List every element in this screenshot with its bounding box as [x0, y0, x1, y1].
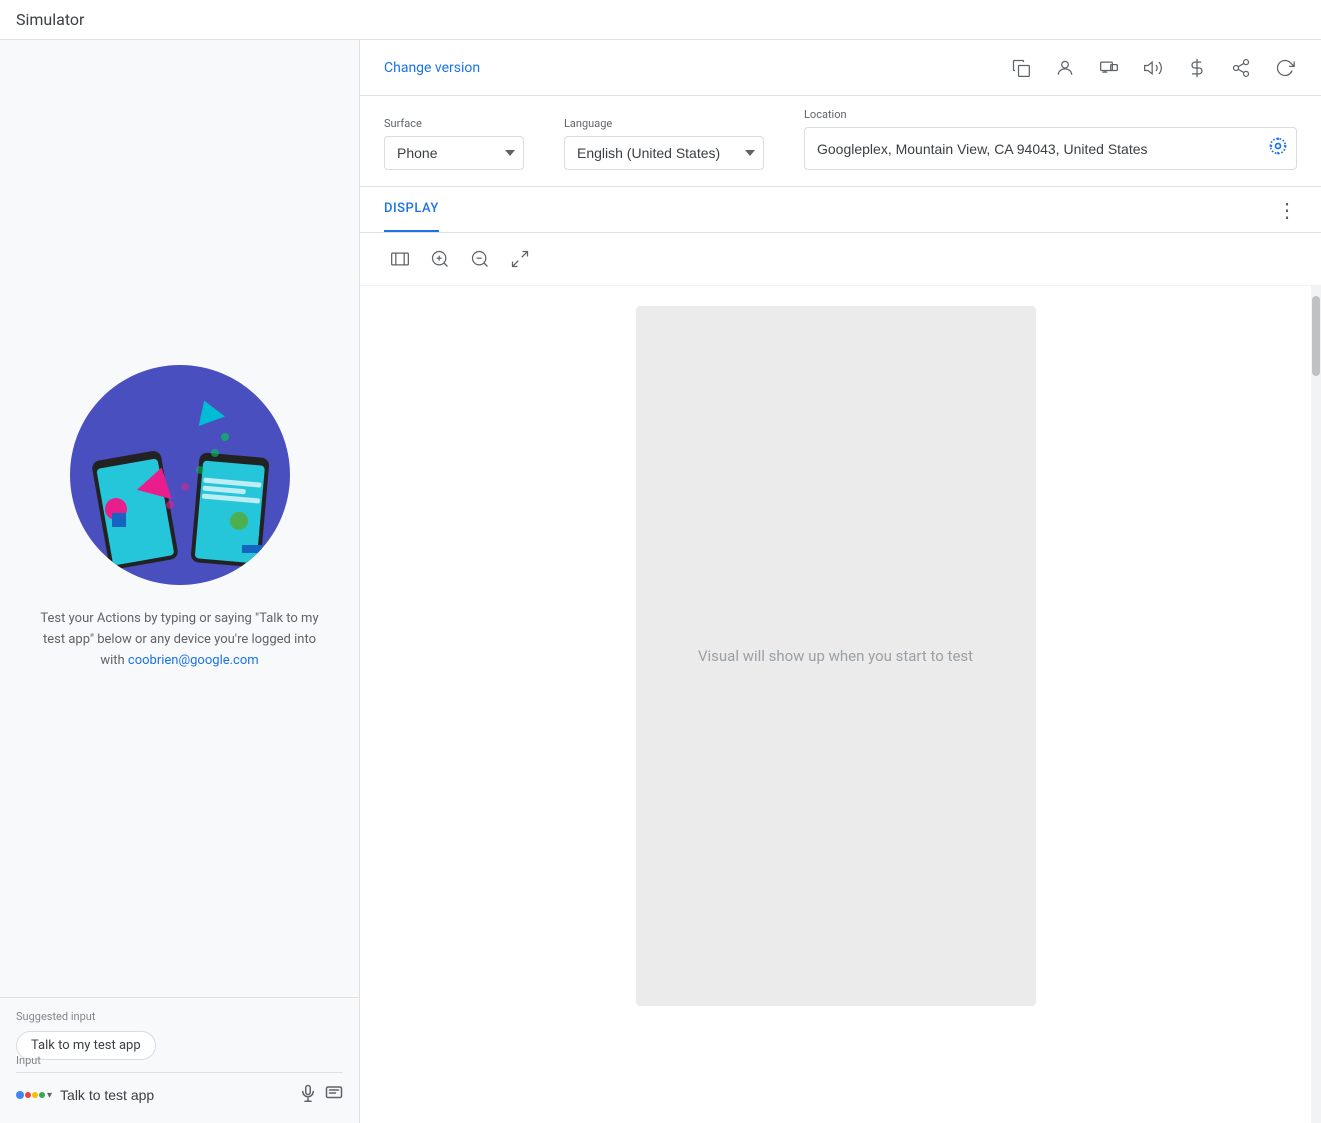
- top-toolbar: Change version: [360, 40, 1321, 96]
- location-field: Location: [804, 108, 1297, 170]
- title-bar: Simulator: [0, 0, 1321, 40]
- dollar-icon[interactable]: [1185, 56, 1209, 80]
- display-area: DISPLAY ⋮: [360, 187, 1321, 1123]
- illustration-circle: [70, 365, 290, 585]
- right-panel: Change version: [360, 40, 1321, 1123]
- location-input-wrap: [804, 127, 1297, 170]
- display-toolbar: [360, 233, 1321, 286]
- mic-icon[interactable]: [299, 1084, 317, 1107]
- surface-label: Surface: [384, 117, 524, 130]
- dropdown-arrow-icon[interactable]: ▾: [47, 1090, 52, 1101]
- refresh-icon[interactable]: [1273, 56, 1297, 80]
- toolbar-icons: [1009, 56, 1297, 80]
- suggested-input-label: Suggested input: [16, 1010, 343, 1023]
- page-title: Simulator: [16, 10, 84, 29]
- surface-select[interactable]: Phone Smart Speaker Smart Display: [384, 136, 524, 170]
- copy-icon[interactable]: [1009, 56, 1033, 80]
- left-panel-bottom: Suggested input Talk to my test app Inpu…: [0, 997, 359, 1123]
- phone-preview-frame: Visual will show up when you start to te…: [636, 306, 1036, 1006]
- zoom-out-icon[interactable]: [464, 243, 496, 275]
- preview-placeholder-text: Visual will show up when you start to te…: [698, 647, 973, 665]
- left-panel: Test your Actions by typing or saying "T…: [0, 40, 360, 1123]
- chat-icon[interactable]: [325, 1084, 343, 1107]
- input-container: Input ▾: [16, 1072, 343, 1107]
- language-select[interactable]: English (United States) English (UK) Spa…: [564, 136, 764, 170]
- dots-decoration: [160, 415, 240, 515]
- settings-row: Surface Phone Smart Speaker Smart Displa…: [384, 108, 1297, 170]
- input-label: Input: [16, 1054, 41, 1067]
- settings-bar: Surface Phone Smart Speaker Smart Displa…: [360, 96, 1321, 187]
- tab-display[interactable]: DISPLAY: [384, 187, 439, 232]
- language-field: Language English (United States) English…: [564, 117, 764, 170]
- share-icon[interactable]: [1229, 56, 1253, 80]
- fit-screen-icon[interactable]: [384, 243, 416, 275]
- zoom-in-icon[interactable]: [424, 243, 456, 275]
- input-row: ▾: [16, 1072, 343, 1107]
- devices-icon[interactable]: [1097, 56, 1121, 80]
- volume-icon[interactable]: [1141, 56, 1165, 80]
- account-icon[interactable]: [1053, 56, 1077, 80]
- phone-preview-area: Visual will show up when you start to te…: [360, 286, 1311, 1123]
- suggested-chips: Talk to my test app: [16, 1031, 343, 1060]
- display-content: Visual will show up when you start to te…: [360, 286, 1321, 1123]
- scrollbar-thumb[interactable]: [1312, 296, 1320, 376]
- fullscreen-icon[interactable]: [504, 243, 536, 275]
- email-highlight: coobrien@google.com: [128, 653, 259, 668]
- left-panel-content: Test your Actions by typing or saying "T…: [0, 40, 359, 997]
- location-label: Location: [804, 108, 1297, 121]
- location-target-icon[interactable]: [1268, 136, 1288, 161]
- display-tabs: DISPLAY ⋮: [360, 187, 1321, 233]
- google-assistant-icon[interactable]: ▾: [16, 1090, 52, 1101]
- text-input-wrap: [60, 1083, 291, 1107]
- more-options-icon[interactable]: ⋮: [1277, 198, 1297, 222]
- description-text: Test your Actions by typing or saying "T…: [40, 609, 320, 671]
- main-layout: Test your Actions by typing or saying "T…: [0, 40, 1321, 1123]
- language-label: Language: [564, 117, 764, 130]
- surface-field: Surface Phone Smart Speaker Smart Displa…: [384, 117, 524, 170]
- blue-square-decoration: [112, 513, 126, 527]
- text-input[interactable]: [60, 1083, 241, 1107]
- change-version-link[interactable]: Change version: [384, 60, 480, 76]
- location-input[interactable]: [817, 141, 1260, 157]
- scrollbar-track[interactable]: [1311, 286, 1321, 1123]
- blue-accent-decoration: [242, 545, 262, 553]
